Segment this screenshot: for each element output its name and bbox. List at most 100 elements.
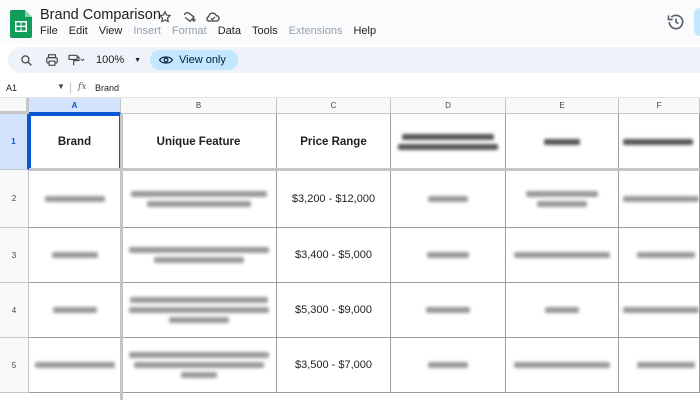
cell-a4[interactable]	[29, 283, 121, 338]
price-range-value: $5,300 - $9,000	[294, 304, 373, 316]
view-only-label: View only	[179, 54, 226, 66]
chevron-down-icon: ▼	[134, 56, 142, 64]
cell-d1[interactable]	[391, 114, 506, 170]
blurred-content	[428, 196, 468, 202]
print-icon[interactable]	[45, 51, 59, 69]
blurred-content	[398, 133, 498, 150]
formula-bar: A1 ▼ fx Brand	[0, 78, 700, 98]
blurred-content	[128, 247, 269, 263]
menu-insert: Insert	[133, 25, 161, 37]
cell-a2[interactable]	[29, 171, 121, 228]
formula-input[interactable]: Brand	[95, 83, 119, 93]
menu-tools[interactable]: Tools	[252, 25, 283, 37]
eye-icon	[159, 56, 173, 64]
blurred-content	[34, 362, 115, 368]
cell-d4[interactable]	[391, 283, 506, 338]
cell-e5[interactable]	[506, 338, 619, 393]
select-all-corner[interactable]	[0, 98, 29, 114]
cell-c4[interactable]: $5,300 - $9,000	[277, 283, 391, 338]
paint-format-icon[interactable]	[66, 51, 86, 69]
blurred-content	[623, 196, 699, 202]
fx-icon: fx	[78, 82, 87, 92]
cell-e3[interactable]	[506, 228, 619, 283]
cell-f4[interactable]	[619, 283, 700, 338]
star-icon[interactable]	[156, 8, 174, 26]
cell-f3[interactable]	[619, 228, 700, 283]
menu-bar: File Edit View Insert Format Data Tools …	[40, 25, 387, 37]
chevron-down-icon[interactable]: ▼	[57, 82, 65, 91]
blurred-content	[128, 352, 269, 378]
blurred-content	[128, 297, 269, 323]
cell-e1[interactable]	[506, 114, 619, 170]
view-only-button[interactable]: View only	[150, 50, 238, 70]
row-header-3[interactable]: 3	[0, 228, 29, 283]
menu-data[interactable]: Data	[218, 25, 246, 37]
zoom-value: 100%	[96, 54, 125, 66]
price-range-value: $3,200 - $12,000	[291, 193, 376, 205]
document-title[interactable]: Brand Comparison	[40, 7, 161, 23]
toolbar: 100% ▼ View only	[8, 47, 700, 73]
cell-f1[interactable]	[619, 114, 700, 170]
blurred-content	[51, 252, 98, 258]
blurred-content	[427, 252, 469, 258]
column-header-f[interactable]: F	[619, 98, 700, 114]
cell-a5[interactable]	[29, 338, 121, 393]
blurred-content	[623, 307, 699, 313]
zoom-select[interactable]: 100% ▼	[96, 51, 141, 69]
row-header-5[interactable]: 5	[0, 338, 29, 393]
blurred-content	[623, 138, 693, 145]
menu-view[interactable]: View	[99, 25, 128, 37]
row-header-1[interactable]: 1	[0, 114, 29, 170]
header-unique-feature: Unique Feature	[156, 135, 241, 148]
row-header-4[interactable]: 4	[0, 283, 29, 338]
column-header-b[interactable]: B	[121, 98, 277, 114]
price-range-value: $3,500 - $7,000	[294, 359, 373, 371]
cell-b2[interactable]	[121, 171, 277, 228]
cell-c2[interactable]: $3,200 - $12,000	[277, 171, 391, 228]
blurred-content	[514, 362, 610, 368]
move-to-folder-icon[interactable]	[180, 8, 198, 26]
cell-e2[interactable]	[506, 171, 619, 228]
frozen-column-divider[interactable]	[120, 114, 123, 400]
blurred-content	[130, 191, 267, 207]
cell-d2[interactable]	[391, 171, 506, 228]
cell-a1[interactable]: Brand	[29, 114, 121, 170]
sheets-logo-icon[interactable]	[10, 10, 32, 38]
blurred-content	[52, 307, 97, 313]
cell-c5[interactable]: $3,500 - $7,000	[277, 338, 391, 393]
cell-b3[interactable]	[121, 228, 277, 283]
column-header-d[interactable]: D	[391, 98, 506, 114]
title-bar: Brand Comparison File Edit View Insert F…	[0, 0, 700, 44]
cell-c3[interactable]: $3,400 - $5,000	[277, 228, 391, 283]
cell-f5[interactable]	[619, 338, 700, 393]
blurred-content	[526, 191, 598, 207]
cloud-status-icon[interactable]	[204, 8, 222, 26]
menu-file[interactable]: File	[40, 25, 63, 37]
blurred-content	[514, 252, 610, 258]
cell-d5[interactable]	[391, 338, 506, 393]
cell-d3[interactable]	[391, 228, 506, 283]
version-history-icon[interactable]	[666, 12, 686, 32]
menu-edit[interactable]: Edit	[69, 25, 93, 37]
menu-format: Format	[171, 25, 207, 37]
menu-extensions: Extensions	[288, 25, 343, 37]
cell-f2[interactable]	[619, 171, 700, 228]
menu-help[interactable]: Help	[353, 25, 381, 37]
divider	[70, 82, 71, 94]
share-button-edge[interactable]	[694, 8, 700, 36]
search-icon[interactable]	[20, 51, 33, 69]
cell-b5[interactable]	[121, 338, 277, 393]
cell-c1[interactable]: Price Range	[277, 114, 391, 170]
column-header-a[interactable]: A	[29, 98, 121, 114]
cell-b1[interactable]: Unique Feature	[121, 114, 277, 170]
row-header-2[interactable]: 2	[0, 170, 29, 228]
column-header-e[interactable]: E	[506, 98, 619, 114]
name-box[interactable]: A1	[6, 83, 17, 93]
column-header-c[interactable]: C	[277, 98, 391, 114]
cell-e4[interactable]	[506, 283, 619, 338]
header-price-range: Price Range	[300, 135, 367, 148]
blurred-content	[545, 307, 579, 313]
cell-b4[interactable]	[121, 283, 277, 338]
cell-a3[interactable]	[29, 228, 121, 283]
blurred-content	[428, 362, 468, 368]
